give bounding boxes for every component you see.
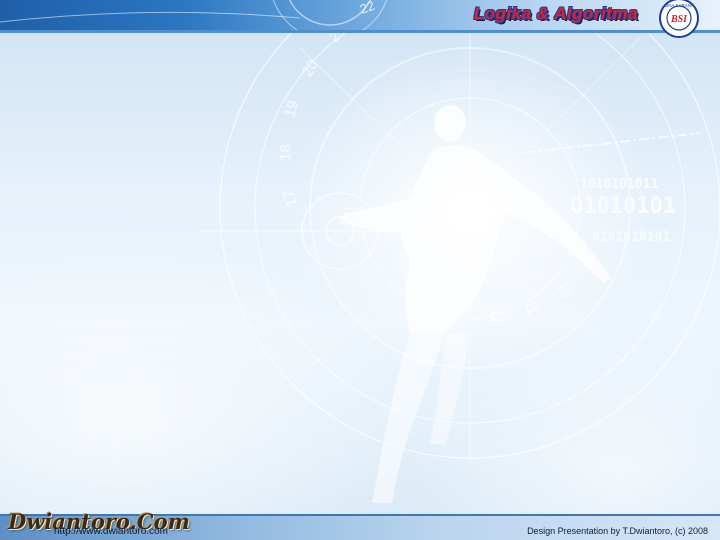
header-dial-number: 22 [358, 0, 377, 17]
header-bar: 22 Logika & Algoritma BSI BINA SARANA [0, 0, 720, 38]
binary-line: 01010101 [570, 194, 676, 219]
website-url[interactable]: http://www.dwiantoro.com [54, 526, 168, 537]
bsi-logo: BSI BINA SARANA [659, 0, 699, 38]
dial-number: 12 [488, 308, 505, 325]
binary-line: 0101010101 [592, 230, 670, 245]
design-credit: Design Presentation by T.Dwiantoro, (c) … [527, 526, 708, 536]
tech-dial-graphic: 22 21 20 19 18 17 12 11 10 9 1010101011 … [200, 33, 720, 503]
logo-letters: BSI [670, 14, 688, 25]
dial-number: 11 [521, 298, 541, 317]
logo-ring-text: BINA SARANA [664, 3, 694, 8]
binary-line: 1010101011 [580, 177, 658, 192]
presentation-title: Logika & Algoritma [473, 4, 638, 23]
slide-background: 22 21 20 19 18 17 12 11 10 9 1010101011 … [0, 0, 720, 540]
dial-number: 18 [277, 144, 294, 161]
dial-number: 20 [299, 57, 322, 80]
dial-number: 19 [281, 99, 302, 120]
dial-number: 10 [553, 279, 576, 302]
dial-number: 21 [326, 33, 350, 46]
dial-number: 17 [280, 188, 301, 209]
